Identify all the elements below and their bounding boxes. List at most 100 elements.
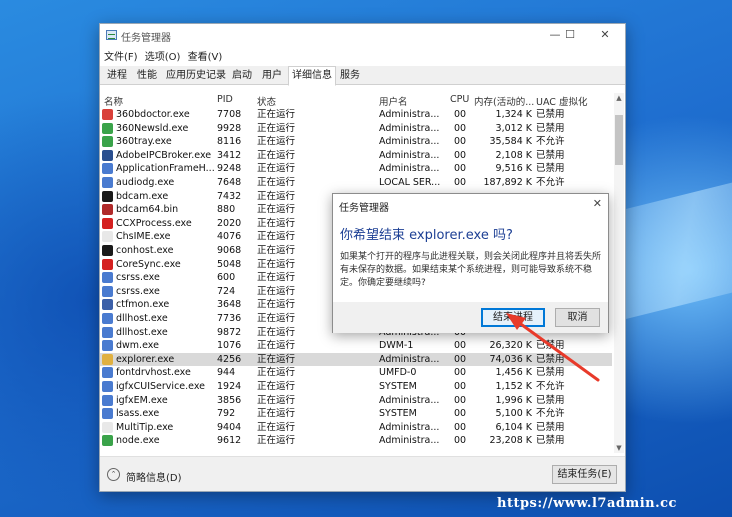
dialog-footer: 结束进程 取消 — [333, 302, 608, 333]
cell-user: Administra... — [379, 109, 440, 120]
chevron-up-icon[interactable]: ⌃ — [107, 468, 120, 481]
cell-cpu: 00 — [454, 408, 467, 420]
table-row[interactable]: igfxEM.exe 3856 正在运行 Administra... 00 1,996 K… — [100, 394, 612, 408]
column-status[interactable]: 状态 — [257, 94, 276, 108]
cell-uac: 已禁用 — [536, 149, 565, 161]
cell-pid: 8116 — [217, 136, 242, 148]
cell-user: Administra... — [379, 421, 440, 433]
cell-user: Administra... — [379, 394, 440, 406]
process-icon — [102, 367, 113, 379]
cell-pid: 3648 — [217, 299, 242, 311]
dialog-close-icon[interactable]: ✕ — [593, 197, 602, 210]
tab-services[interactable]: 服务 — [337, 68, 363, 85]
cell-mem: 6,104 K — [495, 421, 532, 433]
cell-name: node.exe — [116, 435, 160, 447]
tab-details[interactable]: 详细信息 — [288, 66, 336, 86]
tab-processes[interactable]: 进程 — [104, 68, 130, 85]
table-row[interactable]: dwm.exe 1076 正在运行 DWM-1 00 26,320 K 已禁用 — [100, 339, 612, 353]
cell-mem: 1,324 K — [495, 109, 532, 120]
table-row[interactable]: ApplicationFrameH... 9248 正在运行 Administra..… — [100, 162, 612, 176]
fewer-details-link[interactable]: 简略信息(D) — [126, 469, 182, 484]
cell-cpu: 00 — [454, 381, 467, 392]
title-bar: 任务管理器 — ☐ ✕ — [100, 24, 625, 46]
end-process-button[interactable]: 结束进程 — [481, 308, 545, 327]
process-icon — [102, 245, 113, 256]
cell-cpu: 00 — [454, 394, 467, 406]
cell-status: 正在运行 — [257, 177, 296, 188]
cell-pid: 5048 — [217, 258, 242, 270]
cell-cpu: 00 — [454, 421, 467, 433]
menu-view[interactable]: 查看(V) — [188, 48, 223, 63]
process-icon — [102, 122, 113, 134]
cell-mem: 1,996 K — [495, 394, 532, 406]
process-icon — [102, 136, 113, 148]
cell-name: MultiTip.exe — [116, 421, 174, 433]
cell-status: 正在运行 — [257, 353, 296, 365]
column-name[interactable]: 名称 — [104, 94, 123, 108]
menu-bar: 文件(F) 选项(O) 查看(V) — [104, 48, 226, 63]
cell-uac: 已禁用 — [536, 163, 565, 175]
scroll-up-icon[interactable]: ▲ — [614, 93, 624, 103]
cell-name: 360Newsld.exe — [116, 122, 189, 134]
cell-pid: 7432 — [217, 190, 242, 202]
cell-name: fontdrvhost.exe — [116, 367, 191, 379]
cell-pid: 3856 — [217, 394, 242, 406]
table-row[interactable]: lsass.exe 792 正在运行 SYSTEM 00 5,100 K 不允许 — [100, 407, 612, 421]
cell-status: 正在运行 — [257, 421, 296, 433]
table-row[interactable]: igfxCUIService.exe 1924 正在运行 SYSTEM 00 1,152 … — [100, 380, 612, 394]
scroll-down-icon[interactable]: ▼ — [614, 443, 624, 453]
close-button[interactable]: ✕ — [590, 27, 620, 43]
tab-app-history[interactable]: 应用历史记录 — [163, 68, 229, 85]
cell-status: 正在运行 — [257, 163, 296, 175]
process-icon — [102, 353, 113, 365]
tab-performance[interactable]: 性能 — [134, 68, 160, 85]
tab-users[interactable]: 用户 — [259, 68, 285, 85]
table-row[interactable]: 360bdoctor.exe 7708 正在运行 Administra... 00 1,3… — [100, 108, 612, 122]
vertical-scrollbar[interactable]: ▲ ▼ — [614, 93, 624, 453]
maximize-button[interactable]: ☐ — [555, 27, 585, 43]
cell-user: LOCAL SER... — [379, 177, 441, 188]
table-row[interactable]: node.exe 9612 正在运行 Administra... 00 23,208 K已… — [100, 434, 612, 448]
process-icon — [102, 149, 113, 161]
table-row[interactable]: audiodg.exe 7648 正在运行 LOCAL SER... 00 187,892… — [100, 176, 612, 190]
cell-mem: 9,516 K — [495, 163, 532, 175]
process-icon — [102, 435, 113, 447]
table-row[interactable]: AdobeIPCBroker.exe 3412 正在运行 Administra... 0… — [100, 149, 612, 163]
column-memory[interactable]: 内存(活动的... — [474, 94, 534, 108]
cancel-button[interactable]: 取消 — [555, 308, 600, 327]
process-icon — [102, 340, 113, 352]
cell-name: conhost.exe — [116, 245, 174, 256]
menu-file[interactable]: 文件(F) — [104, 48, 138, 63]
column-uac[interactable]: UAC 虚拟化 — [536, 94, 587, 108]
cell-name: csrss.exe — [116, 272, 160, 284]
column-username[interactable]: 用户名 — [379, 94, 408, 108]
process-icon — [102, 394, 113, 406]
cell-cpu: 00 — [454, 367, 467, 379]
cell-pid: 7708 — [217, 109, 242, 120]
window-title: 任务管理器 — [121, 33, 171, 44]
table-row[interactable]: explorer.exe 4256 正在运行 Administra... 00 74,03… — [100, 352, 612, 367]
cell-user: DWM-1 — [379, 340, 414, 352]
table-row[interactable]: fontdrvhost.exe 944 正在运行 UMFD-0 00 1,456 K 已禁用 — [100, 366, 612, 380]
cell-user: SYSTEM — [379, 381, 417, 392]
column-cpu[interactable]: CPU — [450, 94, 469, 105]
cell-status: 正在运行 — [257, 136, 296, 148]
cell-name: igfxCUIService.exe — [116, 381, 206, 392]
end-task-button[interactable]: 结束任务(E) — [552, 465, 617, 484]
table-row[interactable]: 360Newsld.exe 9928 正在运行 Administra... 00 3,01… — [100, 122, 612, 136]
cell-uac: 已禁用 — [536, 394, 565, 406]
cell-status: 正在运行 — [257, 381, 296, 392]
table-row[interactable]: MultiTip.exe 9404 正在运行 Administra... 00 6,104… — [100, 421, 612, 435]
cell-pid: 7736 — [217, 313, 242, 324]
scroll-thumb[interactable] — [615, 115, 623, 165]
menu-options[interactable]: 选项(O) — [145, 48, 181, 63]
cell-cpu: 00 — [454, 136, 467, 148]
cell-mem: 35,584 K — [489, 136, 533, 148]
cell-mem: 2,108 K — [495, 149, 532, 161]
cell-pid: 880 — [217, 204, 236, 216]
tab-startup[interactable]: 启动 — [229, 68, 255, 85]
cell-pid: 9928 — [217, 122, 242, 134]
table-row[interactable]: 360tray.exe 8116 正在运行 Administra... 00 35,584… — [100, 135, 612, 149]
column-pid[interactable]: PID — [217, 94, 233, 105]
cell-uac: 不允许 — [536, 136, 565, 148]
